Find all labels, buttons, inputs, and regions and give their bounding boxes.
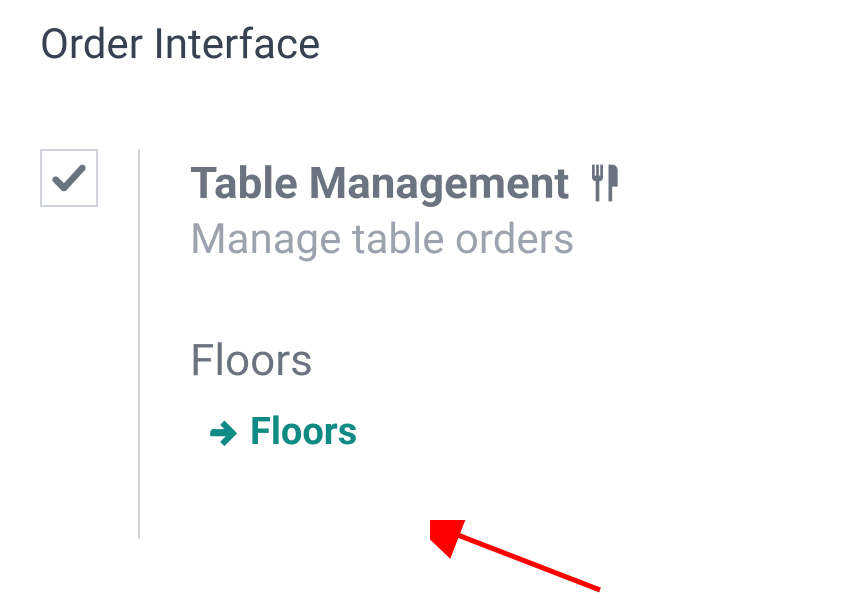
setting-label-row: Table Management	[190, 157, 816, 209]
checkbox-wrapper	[40, 149, 98, 207]
section-title: Order Interface	[40, 20, 816, 69]
setting-description: Manage table orders	[190, 215, 816, 264]
checkbox-table-management[interactable]	[40, 149, 98, 207]
check-icon	[49, 158, 89, 198]
floors-sub-label: Floors	[190, 334, 816, 386]
arrow-right-icon	[206, 415, 240, 449]
setting-content: Table Management Manage table orders Flo…	[190, 149, 816, 454]
setting-table-management: Table Management Manage table orders Flo…	[40, 149, 816, 539]
utensils-icon	[581, 161, 625, 205]
setting-label: Table Management	[190, 157, 569, 209]
floors-link-label: Floors	[250, 410, 357, 454]
vertical-divider	[138, 149, 140, 539]
floors-link[interactable]: Floors	[206, 410, 816, 454]
